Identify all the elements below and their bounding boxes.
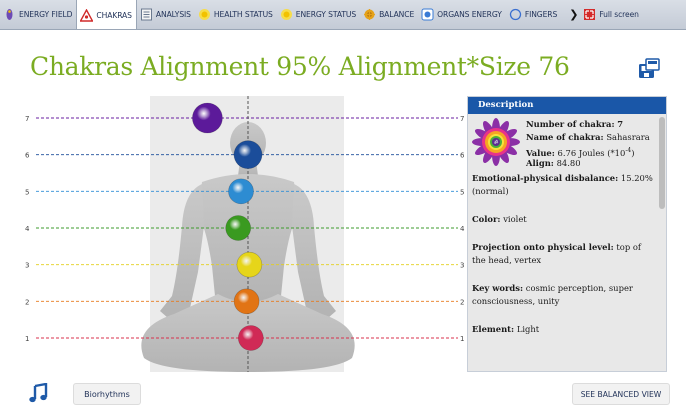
level-label-left-5: 5 — [25, 188, 29, 196]
tab-label: BALANCE — [379, 10, 415, 19]
svg-text:ॐ: ॐ — [494, 139, 499, 146]
biorhythms-button[interactable]: Biorhythms — [73, 383, 141, 405]
analysis-icon — [140, 8, 153, 21]
level-label-right-5: 5 — [460, 188, 464, 196]
music-button[interactable] — [28, 382, 49, 404]
sahasrara-emblem-icon: ॐ — [472, 118, 520, 166]
tab-organs-energy[interactable]: ORGANS ENERGY — [418, 0, 506, 29]
energy-status-icon — [280, 8, 293, 21]
chakras-icon — [80, 8, 94, 22]
description-body: ॐ Number of chakra: 7 Name of chakra: Sa… — [468, 114, 658, 371]
level-label-left-6: 6 — [25, 152, 30, 160]
chakra-orb-7[interactable] — [192, 102, 223, 134]
chakra-orb-5[interactable] — [228, 178, 254, 205]
tab-health-status[interactable]: HEALTH STATUS — [195, 0, 277, 29]
chakra-number-row: Number of chakra: 7 — [526, 119, 624, 129]
chakra-orb-3[interactable] — [236, 251, 263, 278]
balance-icon — [363, 8, 376, 21]
tab-bar: ENERGY FIELD CHAKRAS ANALYSIS HEALTH STA… — [0, 0, 686, 30]
save-image-button[interactable] — [638, 58, 660, 80]
scrollbar-thumb[interactable] — [659, 117, 665, 209]
tab-fingers[interactable]: FINGERS — [506, 0, 561, 29]
tab-label: FINGERS — [524, 10, 558, 19]
level-label-left-7: 7 — [25, 115, 29, 123]
tab-label: ORGANS ENERGY — [437, 10, 502, 19]
tab-energy-status[interactable]: ENERGY STATUS — [277, 0, 360, 29]
level-label-right-6: 6 — [460, 152, 465, 160]
chakra-value-row: Value: 6.76 Joules (*10-4) — [526, 147, 635, 158]
chakra-align-row: Align: 84.80 — [526, 158, 581, 168]
level-label-right-2: 2 — [460, 298, 464, 306]
tab-label: ANALYSIS — [155, 10, 191, 19]
chakras-chart-svg: 1 1 2 2 3 3 4 4 5 5 6 6 7 7 — [25, 96, 465, 372]
chakras-alignment-chart: 1 1 2 2 3 3 4 4 5 5 6 6 7 7 — [22, 96, 470, 376]
description-scrollbar[interactable] — [658, 117, 665, 369]
level-label-left-1: 1 — [25, 335, 29, 343]
page-title: Chakras Alignment 95% Alignment*Size 76 — [30, 52, 570, 81]
full-screen-icon — [583, 8, 596, 21]
tab-energy-field[interactable]: ENERGY FIELD — [0, 0, 76, 29]
tab-label: CHAKRAS — [96, 10, 132, 20]
chakra-name-row: Name of chakra: Sahasrara — [526, 132, 650, 142]
description-header: Description — [468, 97, 666, 114]
key-words-row: Key words: cosmic perception, super cons… — [472, 283, 633, 306]
level-label-right-7: 7 — [460, 115, 464, 123]
level-label-left-4: 4 — [25, 225, 30, 233]
level-label-left-3: 3 — [25, 262, 29, 270]
tab-analysis[interactable]: ANALYSIS — [137, 0, 195, 29]
chakra-orb-6[interactable] — [233, 140, 263, 169]
see-balanced-view-button[interactable]: SEE BALANCED VIEW — [572, 383, 670, 405]
fingers-icon — [509, 8, 522, 21]
emotional-disbalance-row: Emotional-physical disbalance: 15.20% (no… — [472, 173, 653, 196]
element-row: Element: Light — [472, 324, 540, 334]
description-panel: Description ॐ Number of chakra: 7 Name o… — [467, 96, 667, 372]
music-note-icon — [29, 382, 48, 403]
health-status-icon — [198, 8, 211, 21]
level-label-left-2: 2 — [25, 298, 29, 306]
level-label-right-1: 1 — [460, 335, 464, 343]
tab-label: Full screen — [599, 10, 639, 19]
tab-full-screen[interactable]: ❯ Full screen — [561, 0, 643, 29]
level-label-right-3: 3 — [460, 262, 464, 270]
chakra-orb-2[interactable] — [233, 288, 260, 315]
tab-chakras[interactable]: CHAKRAS — [76, 0, 137, 29]
level-label-right-4: 4 — [460, 225, 465, 233]
organs-energy-icon — [421, 8, 434, 21]
tab-label: ENERGY STATUS — [295, 10, 357, 19]
tab-label: HEALTH STATUS — [213, 10, 273, 19]
save-image-icon — [639, 58, 660, 78]
tab-balance[interactable]: BALANCE — [360, 0, 418, 29]
tab-label: ENERGY FIELD — [19, 10, 73, 19]
energy-field-icon — [3, 8, 16, 21]
color-row: Color: violet — [472, 214, 527, 224]
chakra-orb-4[interactable] — [225, 215, 251, 241]
projection-row: Projection onto physical level: top of t… — [472, 242, 641, 265]
chevron-right-icon: ❯ — [569, 8, 579, 21]
chakra-orb-1[interactable] — [238, 325, 264, 351]
